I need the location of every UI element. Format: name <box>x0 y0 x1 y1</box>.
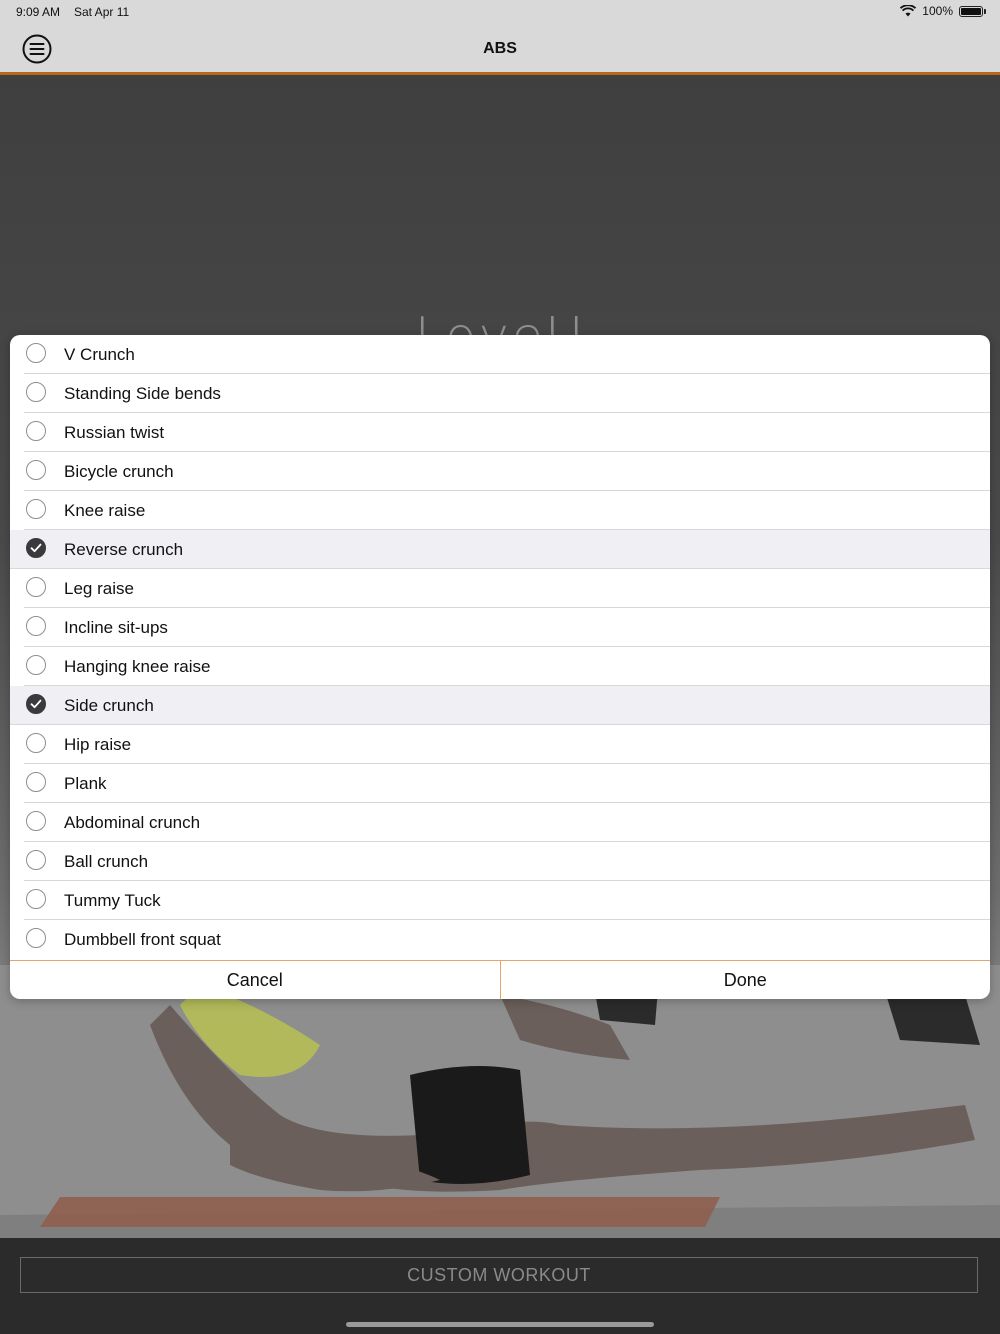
page-title: ABS <box>483 40 517 57</box>
list-item[interactable]: Leg raise <box>24 569 990 608</box>
exercise-picker-modal: V Crunch Standing Side bends Russian twist… <box>10 335 990 999</box>
list-item[interactable]: Ball crunch <box>24 842 990 881</box>
list-item-label: Bicycle crunch <box>64 462 174 481</box>
battery-icon <box>959 5 983 17</box>
list-item[interactable]: Side crunch <box>10 686 990 725</box>
picker-actions: Cancel Done <box>10 960 990 999</box>
unchecked-circle-icon[interactable] <box>26 421 46 441</box>
exercise-list[interactable]: V Crunch Standing Side bends Russian twist… <box>10 335 990 960</box>
custom-workout-button[interactable]: CUSTOM WORKOUT <box>20 1257 978 1293</box>
list-item[interactable]: Plank <box>24 764 990 803</box>
list-item-label: V Crunch <box>64 345 135 364</box>
list-item[interactable]: V Crunch <box>24 335 990 374</box>
list-item-label: Hip raise <box>64 735 132 754</box>
status-bar: 9:09 AM Sat Apr 11 100% <box>0 0 1000 26</box>
bottom-bar: CUSTOM WORKOUT <box>0 1238 1000 1334</box>
list-item-label: Plank <box>64 774 107 793</box>
list-item-label: Leg raise <box>64 579 134 598</box>
battery-percent: 100% <box>922 4 953 18</box>
list-item-label: Standing Side bends <box>64 384 221 403</box>
done-button[interactable]: Done <box>501 961 991 999</box>
list-item-label: Tummy Tuck <box>64 891 161 910</box>
list-item[interactable]: Abdominal crunch <box>24 803 990 842</box>
checked-circle-icon[interactable] <box>26 694 46 714</box>
unchecked-circle-icon[interactable] <box>26 811 46 831</box>
battery-tip <box>984 8 986 14</box>
unchecked-circle-icon[interactable] <box>26 577 46 597</box>
list-item-label: Dumbbell front squat <box>64 930 221 949</box>
list-item-label: Incline sit-ups <box>64 618 168 637</box>
list-item-label: Russian twist <box>64 423 165 442</box>
list-item-label: Side crunch <box>64 696 154 715</box>
list-item[interactable]: Incline sit-ups <box>24 608 990 647</box>
list-item[interactable]: Dumbbell front squat <box>24 920 990 959</box>
unchecked-circle-icon[interactable] <box>26 850 46 870</box>
cancel-button[interactable]: Cancel <box>10 961 501 999</box>
unchecked-circle-icon[interactable] <box>26 733 46 753</box>
status-indicators: 100% <box>900 4 986 18</box>
list-item-label: Ball crunch <box>64 852 149 871</box>
unchecked-circle-icon[interactable] <box>26 343 46 363</box>
status-time: 9:09 AM <box>16 5 61 19</box>
unchecked-circle-icon[interactable] <box>26 499 46 519</box>
status-date: Sat Apr 11 <box>74 5 130 19</box>
checked-circle-icon[interactable] <box>26 538 46 558</box>
unchecked-circle-icon[interactable] <box>26 655 46 675</box>
list-item[interactable]: Hip raise <box>24 725 990 764</box>
unchecked-circle-icon[interactable] <box>26 460 46 480</box>
list-item[interactable]: Bicycle crunch <box>24 452 990 491</box>
unchecked-circle-icon[interactable] <box>26 889 46 909</box>
home-indicator <box>346 1322 654 1327</box>
nav-bar: ABS <box>0 26 1000 75</box>
list-item-label: Knee raise <box>64 501 146 520</box>
workout-photo <box>0 965 1000 1238</box>
list-item-label: Abdominal crunch <box>64 813 201 832</box>
list-item[interactable]: Russian twist <box>24 413 990 452</box>
unchecked-circle-icon[interactable] <box>26 382 46 402</box>
list-item[interactable]: Reverse crunch <box>10 530 990 569</box>
list-item[interactable]: Knee raise <box>24 491 990 530</box>
wifi-icon <box>900 5 917 17</box>
unchecked-circle-icon[interactable] <box>26 616 46 636</box>
unchecked-circle-icon[interactable] <box>26 928 46 948</box>
list-item[interactable]: Standing Side bends <box>24 374 990 413</box>
list-item-label: Reverse crunch <box>64 540 184 559</box>
list-item[interactable]: Tummy Tuck <box>24 881 990 920</box>
list-item[interactable]: Hanging knee raise <box>24 647 990 686</box>
list-item-label: Hanging knee raise <box>64 657 211 676</box>
unchecked-circle-icon[interactable] <box>26 772 46 792</box>
